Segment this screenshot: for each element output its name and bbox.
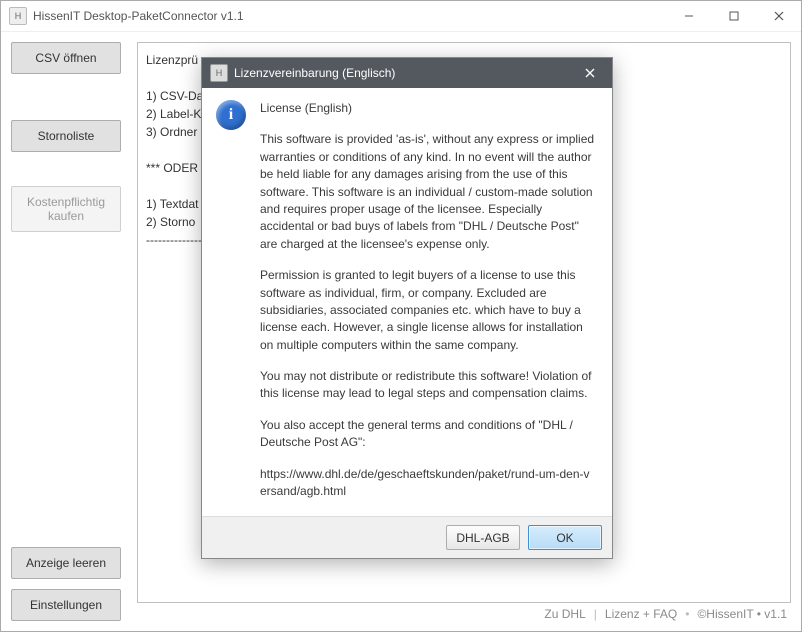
ok-button[interactable]: OK [528, 525, 602, 550]
license-dialog: H Lizenzvereinbarung (Englisch) i Licens… [201, 57, 613, 559]
dialog-app-icon: H [210, 64, 228, 82]
maximize-icon [729, 11, 739, 21]
minimize-icon [684, 11, 694, 21]
close-icon [774, 11, 784, 21]
footer-brand: ©HissenIT • v1.1 [697, 607, 787, 621]
dialog-title: Lizenzvereinbarung (Englisch) [234, 66, 568, 80]
license-paragraph-1: This software is provided 'as-is', witho… [260, 131, 596, 253]
footer: Zu DHL | Lizenz + FAQ • ©HissenIT • v1.1 [137, 603, 791, 625]
close-button[interactable] [756, 2, 801, 30]
minimize-button[interactable] [666, 2, 711, 30]
license-heading: License (English) [260, 100, 596, 117]
storno-list-button[interactable]: Stornoliste [11, 120, 121, 152]
footer-link-license[interactable]: Lizenz + FAQ [605, 607, 677, 621]
window-title: HissenIT Desktop-PaketConnector v1.1 [33, 9, 666, 23]
close-icon [585, 68, 595, 78]
license-paragraph-4: You also accept the general terms and co… [260, 417, 596, 452]
dialog-text: License (English) This software is provi… [260, 100, 596, 504]
license-paragraph-2: Permission is granted to legit buyers of… [260, 267, 596, 354]
dialog-footer: DHL-AGB OK [202, 516, 612, 558]
license-url: https://www.dhl.de/de/geschaeftskunden/p… [260, 466, 596, 501]
dialog-titlebar: H Lizenzvereinbarung (Englisch) [202, 58, 612, 88]
license-paragraph-3: You may not distribute or redistribute t… [260, 368, 596, 403]
csv-open-button[interactable]: CSV öffnen [11, 42, 121, 74]
dhl-agb-button[interactable]: DHL-AGB [446, 525, 520, 550]
dialog-close-button[interactable] [568, 58, 612, 88]
buy-button: Kostenpflichtig kaufen [11, 186, 121, 232]
settings-button[interactable]: Einstellungen [11, 589, 121, 621]
info-icon: i [216, 100, 246, 130]
sidebar: CSV öffnen Stornoliste Kostenpflichtig k… [1, 32, 131, 631]
maximize-button[interactable] [711, 2, 756, 30]
footer-link-dhl[interactable]: Zu DHL [544, 607, 585, 621]
titlebar: H HissenIT Desktop-PaketConnector v1.1 [1, 1, 801, 32]
dialog-body: i License (English) This software is pro… [202, 88, 612, 516]
clear-display-button[interactable]: Anzeige leeren [11, 547, 121, 579]
app-icon: H [9, 7, 27, 25]
main-window: H HissenIT Desktop-PaketConnector v1.1 C… [0, 0, 802, 632]
